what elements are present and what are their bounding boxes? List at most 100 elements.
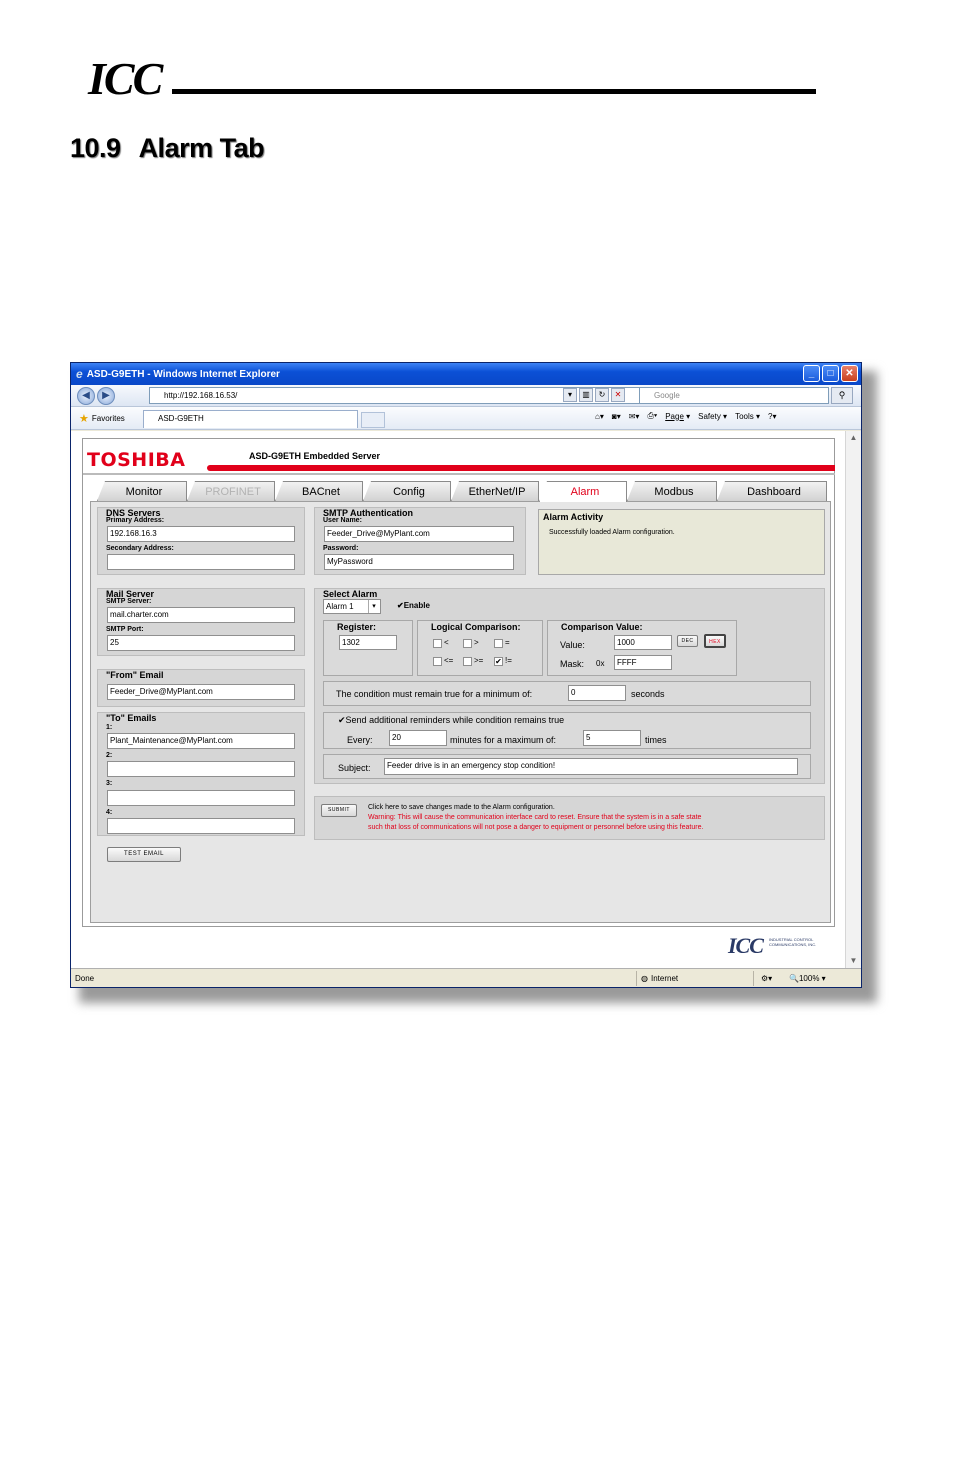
register-label: Register: [337,622,377,632]
password-label: Password: [323,545,359,552]
protected-mode-icon[interactable]: ⚙▾ [761,974,772,983]
section-title: Alarm Tab [138,133,265,163]
every-input[interactable]: 20 [389,730,447,746]
header-rule [172,89,816,94]
print-icon[interactable]: ⎙▾ [647,411,657,421]
refresh-icon[interactable]: ↻ [595,388,609,402]
gte-checkbox[interactable] [463,657,472,666]
help-icon[interactable]: ?▾ [768,412,776,421]
mask-prefix: 0x [596,659,605,668]
address-dropdown-button[interactable]: ▾ [563,388,577,402]
to-email-input-2[interactable] [107,761,295,777]
value-input[interactable]: 1000 [614,635,672,650]
hex-button[interactable]: HEX [704,634,726,648]
duration-input[interactable]: 0 [568,685,626,701]
favorites-button[interactable]: ★ Favorites [79,412,125,425]
select-alarm-panel: Select Alarm Alarm 1 ▾ ✔Enable Register:… [314,588,825,784]
tab-dashboard[interactable]: Dashboard [717,481,827,501]
subject-label: Subject: [338,763,371,773]
mail-icon[interactable]: ✉▾ [629,412,640,421]
tab-alarm[interactable]: Alarm [539,481,627,502]
max-label: minutes for a maximum of: [450,735,557,745]
new-tab-button[interactable] [361,412,385,428]
close-button[interactable]: ✕ [841,365,858,382]
from-email-input[interactable]: Feeder_Drive@MyPlant.com [107,684,295,700]
to-email-input-4[interactable] [107,818,295,834]
header-red-bar [207,465,835,471]
smtp-port-input[interactable]: 25 [107,635,295,651]
mask-input[interactable]: FFFF [614,655,672,670]
alarm-activity-title: Alarm Activity [543,512,604,522]
gt-checkbox[interactable] [463,639,472,648]
subject-input[interactable]: Feeder drive is in an emergency stop con… [384,758,798,775]
forward-button[interactable]: ▶ [97,386,115,405]
compatibility-icon[interactable]: ▥ [579,388,593,402]
chevron-down-icon: ▾ [368,600,379,613]
tab-bacnet[interactable]: BACnet [275,481,363,501]
eq-checkbox[interactable] [494,639,503,648]
comparison-value-label: Comparison Value: [561,622,643,632]
submit-info: Click here to save changes made to the A… [368,804,555,811]
ie-icon: e [76,367,83,381]
maximize-button[interactable]: □ [822,365,839,382]
page-menu[interactable]: Page ▾ [665,412,690,421]
server-title: ASD-G9ETH Embedded Server [249,451,381,461]
secondary-address-input[interactable] [107,554,295,570]
reminders-checkbox[interactable]: ✔Send additional reminders while conditi… [338,715,564,726]
max-input[interactable]: 5 [583,730,641,746]
to-email-input-3[interactable] [107,790,295,806]
feeds-icon[interactable]: ◙▾ [612,412,621,421]
submit-panel: SUBMIT Click here to save changes made t… [314,796,825,840]
password-input[interactable]: MyPassword [324,554,514,570]
smtp-port-label: SMTP Port: [106,626,144,633]
submit-button[interactable]: SUBMIT [321,804,357,817]
icc-footer-logo: ICC [728,933,764,958]
tools-menu[interactable]: Tools ▾ [735,412,760,421]
neq-checkbox[interactable]: ✔ [494,657,503,666]
tab-modbus[interactable]: Modbus [627,481,717,501]
safety-menu[interactable]: Safety ▾ [698,412,727,421]
header-grey-line [83,473,835,475]
search-input[interactable]: Google [639,387,829,404]
enable-checkbox[interactable]: ✔Enable [397,601,430,610]
browser-tab[interactable]: ASD-G9ETH [143,410,358,428]
embedded-server-page: TOSHIBA ASD-G9ETH Embedded Server Monito… [82,438,835,958]
duration-prefix: The condition must remain true for a min… [336,689,533,699]
section-number: 10.9 [70,133,121,163]
status-bar: Done ◍ Internet ⚙▾ 🔍100% ▾ [71,968,861,987]
alarm-select[interactable]: Alarm 1 ▾ [323,599,381,614]
minimize-button[interactable]: _ [803,365,820,382]
smtp-server-input[interactable]: mail.charter.com [107,607,295,623]
submit-warning-line-1: Warning: This will cause the communicati… [368,814,702,821]
zoom-level[interactable]: 🔍100% ▾ [789,974,826,983]
star-icon: ★ [79,412,89,425]
lt-checkbox[interactable] [433,639,442,648]
secondary-address-label: Secondary Address: [106,545,174,552]
icc-logo: ICC [88,53,163,104]
scroll-up-icon[interactable]: ▲ [846,431,861,445]
tab-monitor[interactable]: Monitor [97,481,187,501]
register-input[interactable]: 1302 [339,635,397,650]
toshiba-logo: TOSHIBA [87,449,186,471]
tab-ethernet-ip[interactable]: EtherNet/IP [451,481,539,501]
scroll-down-icon[interactable]: ▼ [846,954,861,968]
search-icon[interactable]: ⚲ [831,387,853,404]
to-email-label-3: 3: [106,780,113,787]
home-icon[interactable]: ⌂▾ [595,412,604,421]
lte-checkbox[interactable] [433,657,442,666]
primary-address-input[interactable]: 192.168.16.3 [107,526,295,542]
back-button[interactable]: ◀ [77,386,95,405]
stop-icon[interactable]: ✕ [611,388,625,402]
smtp-server-label: SMTP Server: [106,598,152,605]
duration-suffix: seconds [631,689,665,699]
tab-config[interactable]: Config [363,481,451,501]
user-name-input[interactable]: Feeder_Drive@MyPlant.com [324,526,514,542]
vertical-scrollbar[interactable]: ▲ ▼ [845,431,861,968]
dec-button[interactable]: DEC [677,635,698,647]
times-label: times [645,735,667,745]
test-email-button[interactable]: TEST EMAIL [107,847,181,862]
comparison-value-box: Comparison Value: Value: 1000 DEC HEX Ma… [547,620,737,676]
tab-profinet: PROFINET [187,481,275,501]
security-zone: ◍ Internet [641,973,679,983]
to-email-input-1[interactable]: Plant_Maintenance@MyPlant.com [107,733,295,749]
